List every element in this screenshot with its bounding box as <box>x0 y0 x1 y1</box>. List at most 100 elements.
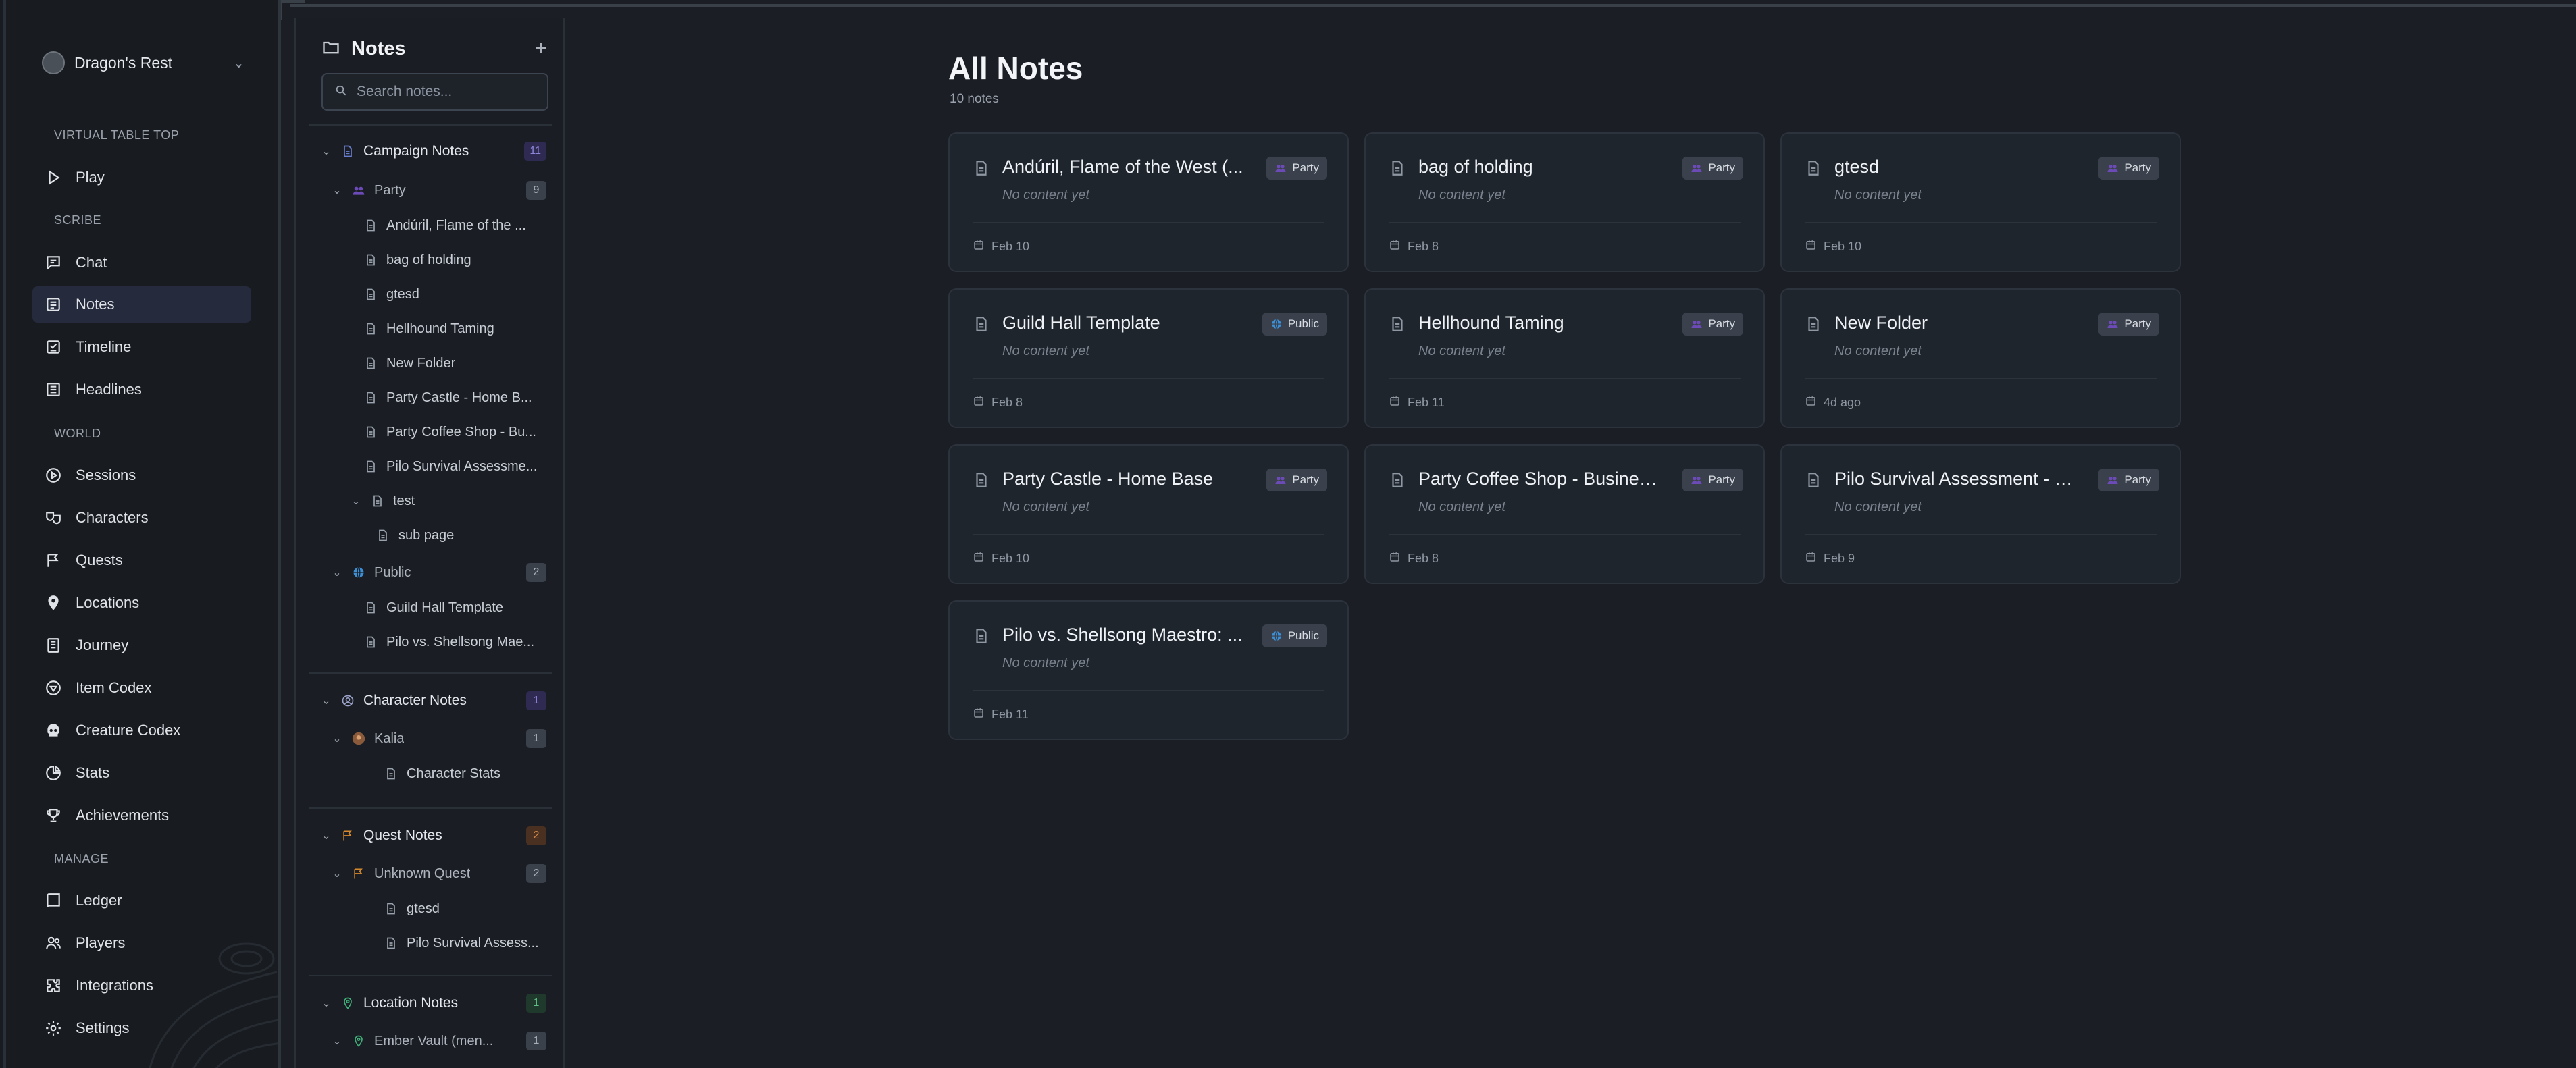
nav-item-headlines[interactable]: Headlines <box>32 371 251 408</box>
tree-note-item[interactable]: Party Castle - Home B... <box>363 383 552 412</box>
note-card-preview: No content yet <box>1834 500 1922 514</box>
card-divider <box>1389 534 1741 535</box>
document-icon <box>973 315 990 333</box>
tree-note-item[interactable]: Guild Hall Template <box>363 593 552 622</box>
tree-group-quest-notes[interactable]: ⌄ Quest Notes <box>320 821 442 851</box>
nav-item-label: Characters <box>76 509 149 526</box>
party-users-icon <box>1691 318 1703 330</box>
nav-item-ledger[interactable]: Ledger <box>32 882 251 919</box>
tree-group-campaign-notes[interactable]: ⌄ Campaign Notes <box>320 136 469 166</box>
note-card[interactable]: Party Coffee Shop - Busines... Party No … <box>1364 444 1765 584</box>
tree-folder-unknown-quest[interactable]: ⌄ Unknown Quest <box>331 859 470 888</box>
document-icon <box>363 218 378 233</box>
nav-item-creature-codex[interactable]: Creature Codex <box>32 712 251 749</box>
tree-note-item[interactable]: sub page <box>376 520 454 550</box>
nav-item-settings[interactable]: Settings <box>32 1010 251 1046</box>
document-icon <box>1805 159 1822 177</box>
visibility-badge: Party <box>2098 313 2159 336</box>
date-label: Feb 9 <box>1824 552 1855 565</box>
count-badge: 1 <box>526 729 546 748</box>
ledger-book-icon <box>45 892 62 909</box>
nav-item-stats[interactable]: Stats <box>32 755 251 791</box>
note-card-title: Pilo Survival Assessment - S... <box>1834 469 2078 489</box>
tree-note-item[interactable]: gtesd <box>384 894 552 924</box>
tree-note-label: test <box>393 493 415 508</box>
nav-item-locations[interactable]: Locations <box>32 585 251 621</box>
tree-group-location-notes[interactable]: ⌄ Location Notes <box>320 988 458 1018</box>
note-card[interactable]: New Folder Party No content yet 4d ago <box>1780 288 2181 428</box>
document-icon <box>363 356 378 371</box>
note-card[interactable]: bag of holding Party No content yet Feb … <box>1364 132 1765 272</box>
document-icon <box>384 936 398 951</box>
tree-note-item[interactable]: New Folder <box>363 348 552 378</box>
nav-item-item-codex[interactable]: Item Codex <box>32 670 251 706</box>
tree-note-item[interactable]: Pilo vs. Shellsong Mae... <box>363 627 552 657</box>
party-users-icon <box>1274 474 1287 486</box>
flag-icon <box>351 866 366 881</box>
tree-folder-party[interactable]: ⌄ Party <box>331 176 405 205</box>
tree-note-item[interactable]: Hellhound Taming <box>363 314 552 344</box>
nav-item-notes[interactable]: Notes <box>32 286 251 323</box>
tree-folder-public[interactable]: ⌄ Public <box>331 558 411 587</box>
document-icon <box>1389 471 1406 489</box>
date-label: 4d ago <box>1824 396 1861 409</box>
nav-item-integrations[interactable]: Integrations <box>32 967 251 1004</box>
card-divider <box>1805 222 2157 223</box>
nav-item-quests[interactable]: Quests <box>32 542 251 579</box>
chevron-down-icon: ⌄ <box>321 998 331 1009</box>
nav-item-characters[interactable]: Characters <box>32 500 251 536</box>
tree-note-item[interactable]: bag of holding <box>363 245 552 275</box>
tree-divider <box>309 124 552 126</box>
tree-group-label: Character Notes <box>363 693 467 708</box>
drama-masks-icon <box>45 509 62 527</box>
tree-folder-kalia[interactable]: ⌄ Kalia <box>331 724 404 753</box>
tree-note-item[interactable]: Party Coffee Shop - Bu... <box>363 417 552 447</box>
calendar-icon <box>1389 551 1401 566</box>
tree-note-item[interactable]: Character Stats <box>384 759 552 789</box>
nav-item-achievements[interactable]: Achievements <box>32 797 251 834</box>
tree-folder-label: Ember Vault (men... <box>374 1033 494 1048</box>
tree-title: Notes <box>351 37 406 59</box>
notes-count: 10 notes <box>950 92 999 106</box>
tree-note-item[interactable]: gtesd <box>363 279 552 309</box>
date-label: Feb 8 <box>991 396 1023 409</box>
add-note-button[interactable]: + <box>531 37 551 60</box>
count-badge: 9 <box>526 181 546 200</box>
workspace-switcher[interactable]: Dragon's Rest ⌄ <box>42 45 244 81</box>
note-card[interactable]: Pilo Survival Assessment - S... Party No… <box>1780 444 2181 584</box>
nav-item-players[interactable]: Players <box>32 925 251 961</box>
nav-item-timeline[interactable]: Timeline <box>32 329 251 365</box>
badge-label: Party <box>1708 317 1735 330</box>
tree-note-item[interactable]: Pilo Survival Assessme... <box>363 452 552 481</box>
note-card[interactable]: Hellhound Taming Party No content yet Fe… <box>1364 288 1765 428</box>
note-card-date: Feb 10 <box>973 551 1029 566</box>
note-card[interactable]: Guild Hall Template Public No content ye… <box>948 288 1349 428</box>
gem-circle-icon <box>45 679 62 697</box>
map-pin-icon <box>351 1034 366 1048</box>
visibility-badge: Party <box>1682 469 1743 491</box>
play-circle-icon <box>45 466 62 484</box>
visibility-badge: Party <box>1266 469 1327 491</box>
note-card[interactable]: Party Castle - Home Base Party No conten… <box>948 444 1349 584</box>
tree-note-item[interactable]: Pilo Survival Assess... <box>384 928 552 958</box>
party-users-icon <box>1274 162 1287 174</box>
nav-item-play[interactable]: Play <box>32 159 251 196</box>
nav-item-chat[interactable]: Chat <box>32 244 251 281</box>
nav-item-sessions[interactable]: Sessions <box>32 457 251 493</box>
nav-item-journey[interactable]: Journey <box>32 627 251 664</box>
notes-icon <box>45 296 62 313</box>
note-card[interactable]: Andúril, Flame of the West (... Party No… <box>948 132 1349 272</box>
search-input[interactable] <box>357 84 539 100</box>
chevron-down-icon: ⌄ <box>321 695 331 707</box>
tree-folder-ember-vault[interactable]: ⌄ Ember Vault (men... <box>331 1026 520 1056</box>
note-card[interactable]: Pilo vs. Shellsong Maestro: ... Public N… <box>948 600 1349 740</box>
badge-label: Party <box>2124 161 2151 174</box>
tree-note-item[interactable]: Andúril, Flame of the ... <box>363 211 552 240</box>
tree-group-character-notes[interactable]: ⌄ Character Notes <box>320 686 467 716</box>
tree-note-test[interactable]: ⌄ test <box>350 486 415 516</box>
nav-item-label: Players <box>76 934 126 951</box>
nav-item-label: Journey <box>76 637 129 653</box>
note-card[interactable]: gtesd Party No content yet Feb 10 <box>1780 132 2181 272</box>
tree-divider <box>309 975 552 976</box>
calendar-icon <box>1805 395 1817 410</box>
